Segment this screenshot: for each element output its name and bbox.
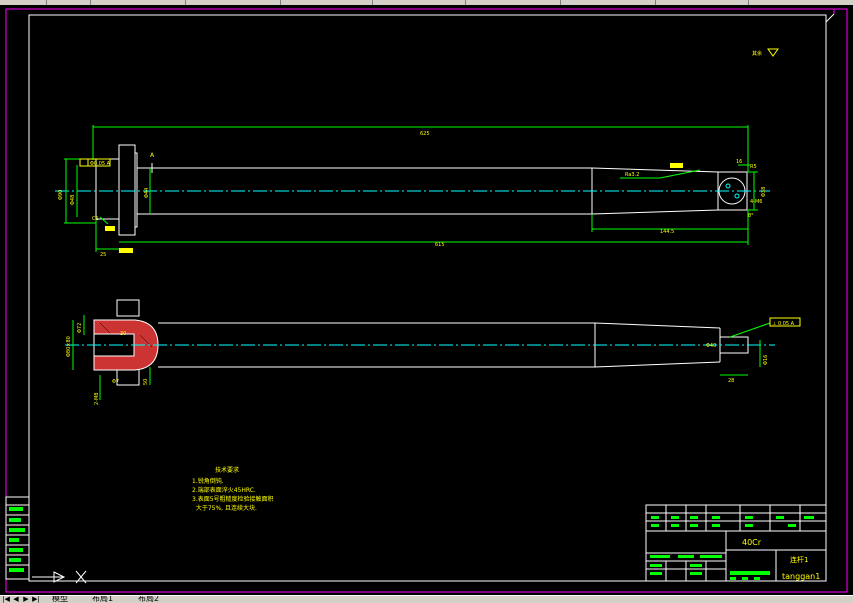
tolerance-box-text: Φ0.05 A (90, 161, 111, 167)
dim-overall-text: 625 (420, 131, 430, 137)
dim-dia-a: Φ90 (58, 190, 64, 200)
b-right-len: 28 (728, 378, 734, 384)
b-left-hole: 30 (120, 331, 126, 337)
inner-frame (28, 14, 827, 582)
top-view: 625 615 144.5 25 Φ90 Φ48 Φ44 A C1 Φ0.05 … (55, 125, 770, 258)
chamfer-label: C1 (92, 216, 99, 222)
datum-label: A (150, 152, 155, 159)
tech-line-4: 大于75%, 且连续大块. (192, 504, 257, 512)
tech-requirements: 技术要求 1.锐角倒钝. 2.端部表面淬火45HRC. 3.表面5号粗糙度检验接… (192, 466, 274, 512)
bottom-view: Φ80×80 30 Φ72 50 2-M8 Φ7 Φ40 28 Φ16 ⊥ 0.… (65, 299, 801, 405)
tab-layout1[interactable]: 布局1 (92, 596, 113, 603)
b-left-dia: Φ80×80 (66, 336, 72, 357)
tech-title: 技术要求 (215, 466, 239, 474)
material-text: 40Cr (742, 538, 762, 547)
roughness-label: Ra3.2 (625, 172, 639, 178)
end-r5: R5 (750, 164, 757, 170)
top-flange (118, 144, 136, 236)
tech-line-3: 3.表面5号粗糙度检验接触面积 (192, 495, 274, 503)
layout-tab-bar: |◀ ◀ ▶ ▶| 模型 布局1 布局2 (0, 595, 853, 603)
nav-next-icon[interactable]: ▶ (22, 596, 30, 603)
b-right-small: Φ16 (763, 355, 769, 365)
dim-step-text: 25 (100, 252, 106, 258)
part-name-text: 连杆1 (790, 555, 808, 564)
b-bolt: 2-M8 (94, 393, 100, 405)
designer-text: tanggan1 (782, 572, 820, 581)
b-left-small: Φ72 (77, 323, 83, 333)
b-right-dia: Φ40 (706, 343, 716, 349)
dim-lower-text: 615 (435, 242, 445, 248)
b-right-tol: ⊥ 0.05 A (772, 321, 795, 327)
nav-prev-icon[interactable]: ◀ (12, 596, 20, 603)
surface-note: 其余 (752, 50, 762, 57)
end-dia: Φ38 (761, 187, 767, 197)
b-left-bottom-2: Φ7 (112, 379, 119, 385)
dim-dia-c: Φ44 (144, 188, 150, 198)
cad-drawing: 625 615 144.5 25 Φ90 Φ48 Φ44 A C1 Φ0.05 … (5, 8, 848, 593)
revision-block (5, 496, 30, 580)
nav-first-icon[interactable]: |◀ (2, 596, 10, 603)
tech-line-2: 2.端部表面淬火45HRC. (192, 486, 256, 494)
tab-layout2[interactable]: 布局2 (138, 596, 159, 603)
end-holes: 4-M6 (750, 199, 762, 205)
tab-model[interactable]: 模型 (52, 596, 68, 603)
end-angle: 8° (748, 213, 754, 219)
dim-dia-b: Φ48 (70, 195, 76, 205)
drawing-canvas[interactable]: 625 615 144.5 25 Φ90 Φ48 Φ44 A C1 Φ0.05 … (0, 5, 853, 595)
nav-last-icon[interactable]: ▶| (32, 596, 40, 603)
b-left-depth: 50 (143, 379, 149, 385)
end-16: 16 (736, 159, 742, 165)
roughness-icon (767, 48, 779, 57)
title-block: 40Cr 连杆1 tanggan1 (645, 504, 827, 582)
tech-line-1: 1.锐角倒钝. (192, 477, 224, 485)
dim-taper-text: 144.5 (660, 229, 674, 235)
